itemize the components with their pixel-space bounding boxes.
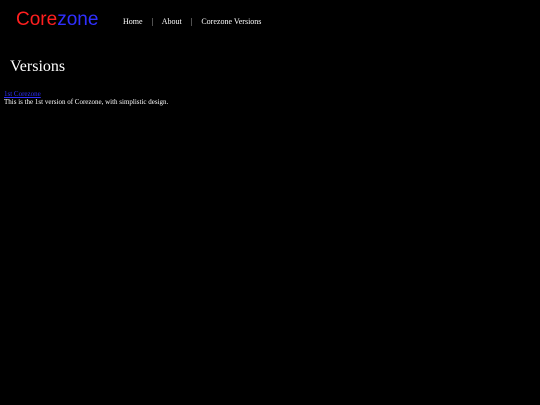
version-description: This is the 1st version of Corezone, wit…: [4, 98, 169, 106]
version-link[interactable]: 1st Corezone: [4, 90, 168, 98]
nav-link-about[interactable]: About: [162, 17, 182, 26]
version-entry: 1st Corezone This is the 1st version of …: [4, 90, 168, 107]
nav-link-home[interactable]: Home: [123, 17, 143, 26]
nav-separator: |: [190, 17, 193, 26]
site-logo[interactable]: Corezone: [16, 8, 98, 32]
logo-zone-text: zone: [57, 9, 99, 30]
main-nav: Home | About | Corezone Versions: [123, 16, 261, 27]
nav-separator: |: [151, 17, 154, 26]
nav-link-corezone-versions[interactable]: Corezone Versions: [201, 17, 261, 26]
page-title: Versions: [10, 58, 66, 75]
logo-core-text: Core: [16, 9, 58, 30]
